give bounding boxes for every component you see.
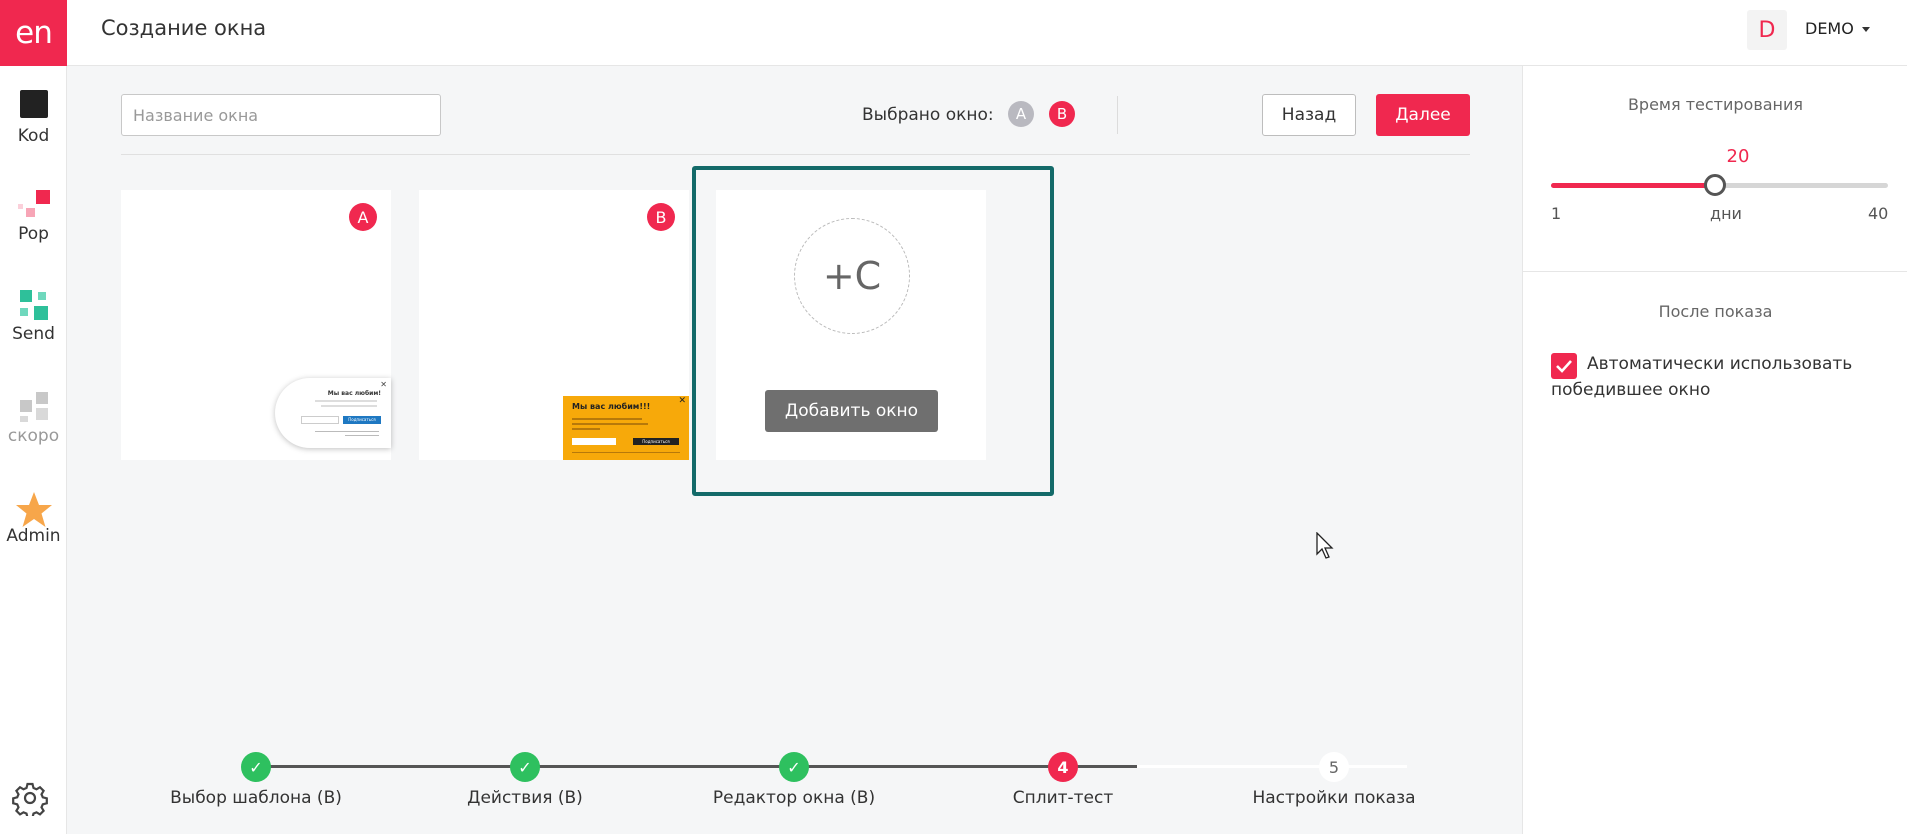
divider <box>1523 271 1907 272</box>
variant-card-b[interactable]: B ✕ Мы вас любим!!! Подписаться <box>419 190 689 460</box>
stepper-remaining-line <box>1137 765 1407 768</box>
pop-squares-icon <box>14 188 54 228</box>
slider-fill <box>1551 183 1716 188</box>
settings-panel: Время тестирования 20 1 дни 40 После пок… <box>1522 66 1907 834</box>
selected-badge-a[interactable]: A <box>1008 101 1034 127</box>
popup-preview: ✕ Мы вас любим!!! Подписаться <box>563 396 689 460</box>
top-header: Создание окна D DEMO <box>67 0 1907 66</box>
soon-squares-icon <box>14 390 54 430</box>
step-label[interactable]: Действия (B) <box>405 788 645 808</box>
testing-time-title: Время тестирования <box>1627 95 1804 114</box>
stepper-progress-line <box>256 765 1137 768</box>
kod-square-icon <box>14 88 54 128</box>
step-label[interactable]: Редактор окна (B) <box>674 788 914 808</box>
step-4-active[interactable]: 4 <box>1048 752 1078 782</box>
variant-card-c[interactable]: +C Добавить окно <box>716 190 986 460</box>
step-2-done-icon[interactable]: ✓ <box>510 752 540 782</box>
selected-window-label: Выбрано окно: <box>862 105 994 125</box>
preview-title: Мы вас любим!!! <box>572 402 651 411</box>
preview-title: Мы вас любим! <box>327 390 381 397</box>
chevron-down-icon[interactable] <box>1862 27 1870 32</box>
selected-badge-b[interactable]: B <box>1049 101 1075 127</box>
user-menu[interactable]: DEMO <box>1805 19 1854 38</box>
close-icon: ✕ <box>380 380 387 389</box>
divider <box>1117 96 1118 134</box>
popup-preview: ✕ Мы вас любим! Подписаться <box>275 378 391 448</box>
slider-unit: дни <box>1710 204 1742 223</box>
step-label[interactable]: Сплит-тест <box>943 788 1183 808</box>
divider <box>121 154 1470 155</box>
sidebar-item-send[interactable]: Send <box>0 288 67 344</box>
sidebar-item-label: Kod <box>17 126 50 146</box>
variant-card-a[interactable]: A ✕ Мы вас любим! Подписаться <box>121 190 391 460</box>
auto-winner-checkbox[interactable] <box>1551 353 1577 379</box>
variant-badge: A <box>349 203 377 231</box>
mouse-cursor-icon <box>1316 531 1336 564</box>
sidebar-item-pop[interactable]: Pop <box>0 188 67 244</box>
avatar[interactable]: D <box>1747 10 1787 50</box>
next-button[interactable]: Далее <box>1376 94 1470 136</box>
step-3-done-icon[interactable]: ✓ <box>779 752 809 782</box>
step-5-pending[interactable]: 5 <box>1319 752 1349 782</box>
page-title: Создание окна <box>101 16 267 40</box>
preview-button: Подписаться <box>633 438 679 445</box>
sidebar-item-soon[interactable]: скоро <box>0 390 67 446</box>
variant-badge: B <box>647 203 675 231</box>
star-icon <box>14 490 54 530</box>
main-content: Выбрано окно: A B Назад Далее A ✕ Мы вас… <box>67 66 1522 834</box>
back-button[interactable]: Назад <box>1262 94 1356 136</box>
step-label[interactable]: Выбор шаблона (B) <box>136 788 376 808</box>
add-window-button[interactable]: Добавить окно <box>765 390 938 432</box>
sidebar-item-admin[interactable]: Admin <box>0 490 67 546</box>
preview-button: Подписаться <box>343 416 381 424</box>
send-squares-icon <box>14 288 54 328</box>
auto-winner-label[interactable]: Автоматически использовать победившее ок… <box>1551 351 1881 403</box>
app-logo[interactable]: en <box>0 0 67 66</box>
sidebar-item-kod[interactable]: Kod <box>0 88 67 146</box>
sidebar: en Kod Pop Send скоро Admin <box>0 0 67 834</box>
step-label[interactable]: Настройки показа <box>1214 788 1454 808</box>
step-1-done-icon[interactable]: ✓ <box>241 752 271 782</box>
slider-min: 1 <box>1551 204 1562 223</box>
close-icon: ✕ <box>678 396 686 406</box>
window-name-input[interactable] <box>121 94 441 136</box>
slider-handle[interactable] <box>1704 174 1727 196</box>
slider-max: 40 <box>1868 204 1889 223</box>
checkmark-icon <box>1556 360 1572 373</box>
gear-icon[interactable] <box>12 780 48 819</box>
slider-value: 20 <box>1726 146 1750 167</box>
after-show-title: После показа <box>1658 302 1773 321</box>
add-variant-placeholder[interactable]: +C <box>794 218 910 334</box>
